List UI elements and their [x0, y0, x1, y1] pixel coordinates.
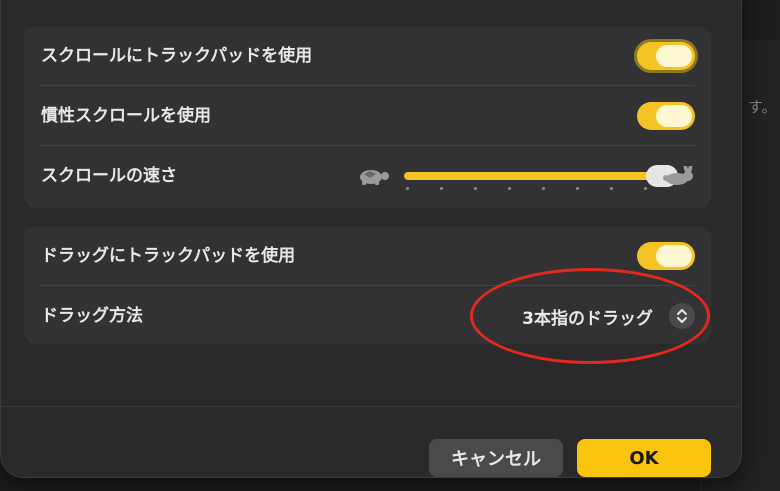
slider-tick [440, 187, 443, 190]
row-drag-style: ドラッグ方法 3本指のドラッグ [24, 286, 711, 346]
slider-track [404, 172, 672, 180]
drag-settings-group: ドラッグにトラックパッドを使用 ドラッグ方法 3本指のドラッグ [24, 226, 711, 344]
scroll-with-trackpad-toggle[interactable] [637, 42, 695, 70]
slider-tick [508, 187, 511, 190]
slider-tick [474, 187, 477, 190]
rabbit-icon [663, 166, 693, 185]
chevron-up-down-icon [669, 303, 695, 329]
drag-style-popup[interactable]: 3本指のドラッグ [522, 300, 695, 332]
row-scroll-with-trackpad: スクロールにトラックパッドを使用 [24, 26, 711, 86]
inertia-scrolling-toggle[interactable] [637, 102, 695, 130]
toggle-knob [656, 245, 692, 267]
turtle-icon [360, 170, 389, 185]
toggle-knob [656, 105, 692, 127]
cancel-button[interactable]: キャンセル [429, 439, 563, 477]
footer-divider [0, 406, 740, 407]
ok-button[interactable]: OK [577, 439, 711, 477]
drag-with-trackpad-toggle[interactable] [637, 242, 695, 270]
row-scroll-speed: スクロールの速さ [24, 146, 711, 206]
slider-tick [576, 187, 579, 190]
scroll-speed-slider[interactable] [356, 146, 696, 206]
scroll-with-trackpad-label: スクロールにトラックパッドを使用 [41, 46, 313, 66]
scroll-settings-group: スクロールにトラックパッドを使用 慣性スクロールを使用 スクロールの速さ [24, 26, 711, 208]
drag-with-trackpad-label: ドラッグにトラックパッドを使用 [41, 246, 296, 266]
drag-style-value: 3本指のドラッグ [522, 308, 653, 329]
slider-tick [644, 187, 647, 190]
background-window-text: す。 [748, 98, 777, 116]
slider-tick [406, 187, 409, 190]
row-inertia-scrolling: 慣性スクロールを使用 [24, 86, 711, 146]
toggle-knob [656, 45, 692, 67]
scroll-speed-label: スクロールの速さ [41, 166, 177, 186]
slider-tick [610, 187, 613, 190]
drag-style-label: ドラッグ方法 [41, 306, 143, 326]
row-drag-with-trackpad: ドラッグにトラックパッドを使用 [24, 226, 711, 286]
slider-tick [542, 187, 545, 190]
inertia-scrolling-label: 慣性スクロールを使用 [41, 106, 211, 126]
